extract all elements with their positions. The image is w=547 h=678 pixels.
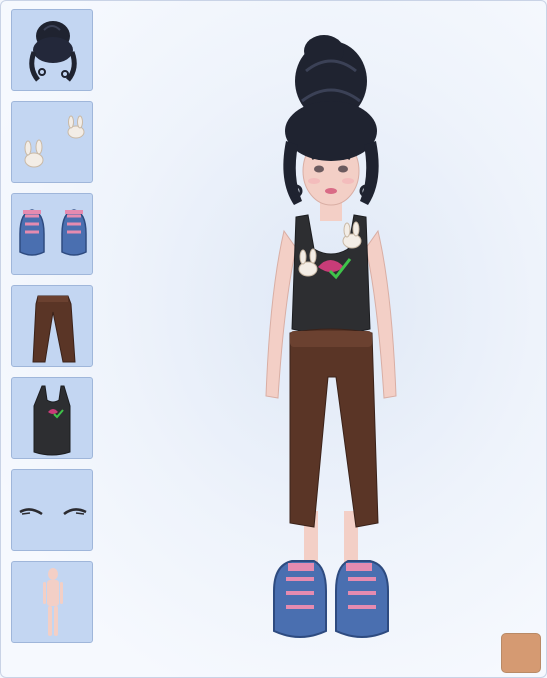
right-blush	[342, 178, 354, 184]
right-eye	[338, 165, 348, 173]
category-slot-shoes[interactable]	[11, 193, 93, 275]
category-slot-accessory[interactable]	[11, 101, 93, 183]
base-body-icon	[43, 568, 63, 636]
category-slot-top[interactable]	[11, 377, 93, 459]
eyebrows-icon	[19, 508, 87, 516]
right-sneaker-collar	[346, 563, 372, 571]
category-slot-eyebrows[interactable]	[11, 469, 93, 551]
tank-top-icon	[33, 385, 71, 456]
category-slot-hair[interactable]	[11, 9, 93, 91]
game-canvas	[0, 0, 547, 678]
category-slot-body[interactable]	[11, 561, 93, 643]
lips	[325, 188, 337, 194]
avatar-pants	[289, 328, 379, 528]
right-sneaker	[335, 560, 389, 638]
left-eye	[314, 165, 324, 173]
left-sneaker-collar	[288, 563, 314, 571]
left-sneaker	[273, 560, 327, 638]
brown-pants-icon	[32, 295, 76, 363]
sneakers-icon	[19, 209, 87, 256]
left-blush	[308, 178, 320, 184]
avatar-character	[265, 35, 397, 638]
skin-color-swatch[interactable]	[501, 633, 541, 673]
bunny-clips-icon	[24, 115, 85, 168]
hair-bun-icon	[29, 21, 77, 82]
pants-waistband	[290, 331, 372, 347]
category-slot-pants[interactable]	[11, 285, 93, 367]
